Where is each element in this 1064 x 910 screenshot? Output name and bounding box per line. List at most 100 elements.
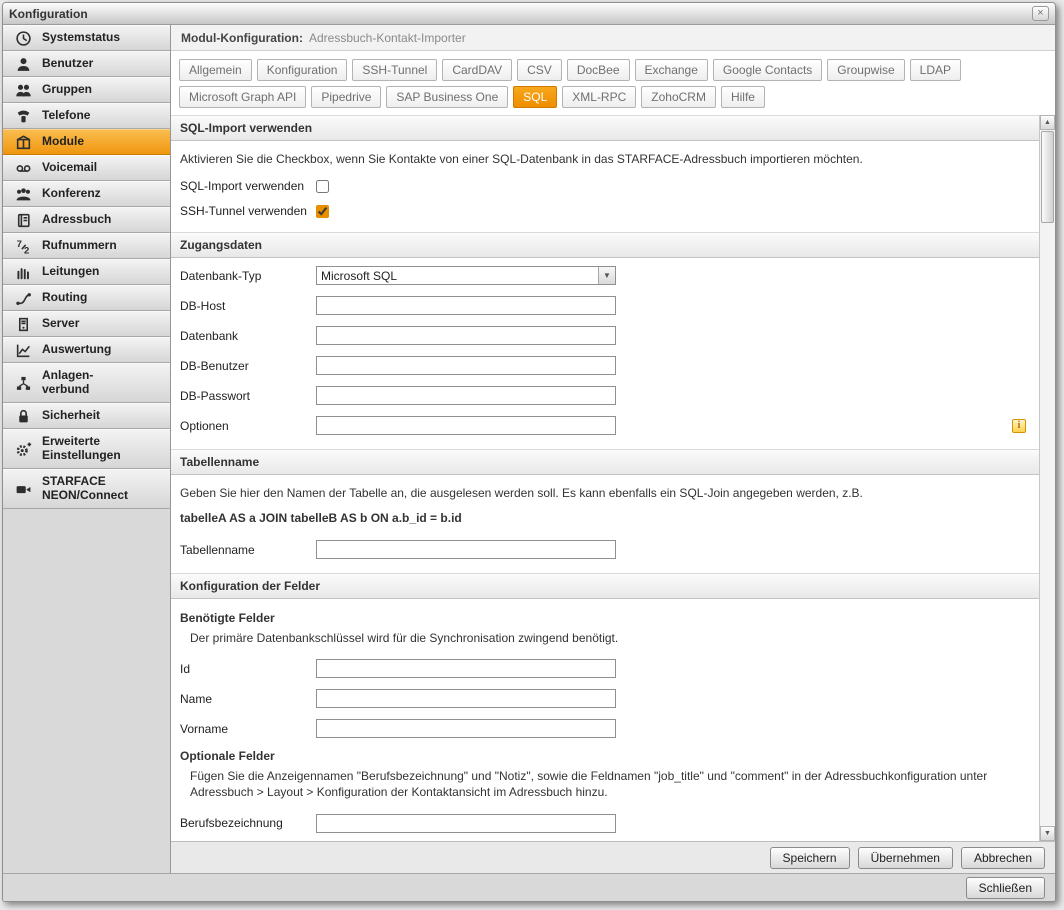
sql-import-description: Aktivieren Sie die Checkbox, wenn Sie Ko… [180,152,1030,166]
tab-google-contacts[interactable]: Google Contacts [713,59,822,81]
cancel-button[interactable]: Abbrechen [961,847,1045,869]
name-input[interactable] [316,689,616,708]
tab-exchange[interactable]: Exchange [635,59,708,81]
field-label-sql-import: SQL-Import verwenden [180,179,316,193]
lines-icon [11,264,35,281]
close-button[interactable]: Schließen [966,877,1045,899]
sidebar-item-auswertung[interactable]: Auswertung [3,337,170,363]
action-bar: Speichern Übernehmen Abbrechen [171,841,1055,873]
sidebar-item-sicherheit[interactable]: Sicherheit [3,403,170,429]
tab-pipedrive[interactable]: Pipedrive [311,86,381,108]
sidebar-item-systemstatus[interactable]: Systemstatus [3,25,170,51]
field-label-db-passwort: DB-Passwort [180,389,316,403]
tab-microsoft-graph-api[interactable]: Microsoft Graph API [179,86,306,108]
save-button[interactable]: Speichern [770,847,850,869]
sql-import-checkbox[interactable] [316,180,329,193]
sidebar-item-rufnummern[interactable]: 72 Rufnummern [3,233,170,259]
sidebar-item-anlagenverbund[interactable]: Anlagen- verbund [3,363,170,403]
user-icon [11,56,35,73]
database-type-select[interactable]: Microsoft SQL ▼ [316,266,616,285]
tabellenname-row: Tabellenname [180,540,1030,559]
field-label-berufsbezeichnung: Berufsbezeichnung [180,816,316,830]
tab-hilfe[interactable]: Hilfe [721,86,765,108]
berufsbezeichnung-input[interactable] [316,814,616,833]
section-zugangsdaten: Datenbank-Typ Microsoft SQL ▼ DB-Host Da… [171,258,1039,449]
scrollbar-track[interactable] [1040,130,1055,826]
sidebar-item-label: Adressbuch [42,213,111,227]
id-row: Id [180,659,1030,678]
tab-groupwise[interactable]: Groupwise [827,59,904,81]
sidebar-item-leitungen[interactable]: Leitungen [3,259,170,285]
apply-button[interactable]: Übernehmen [858,847,953,869]
section-header-sql-import: SQL-Import verwenden [171,115,1039,141]
info-icon[interactable]: i [1012,419,1026,433]
tab-xml-rpc[interactable]: XML-RPC [562,86,636,108]
datenbank-input[interactable] [316,326,616,345]
sidebar-item-module[interactable]: Module [3,129,170,155]
module-header-value: Adressbuch-Kontakt-Importer [309,31,466,45]
window-titlebar: Konfiguration × [3,3,1055,25]
scrollbar-thumb[interactable] [1041,131,1054,223]
sidebar-item-erweiterte-einstellungen[interactable]: Erweiterte Einstellungen [3,429,170,469]
ssh-tunnel-row: SSH-Tunnel verwenden [180,204,1030,218]
tab-sap-business-one[interactable]: SAP Business One [386,86,508,108]
id-input[interactable] [316,659,616,678]
database-type-value: Microsoft SQL [317,269,598,283]
sidebar-item-adressbuch[interactable]: Adressbuch [3,207,170,233]
field-label-id: Id [180,662,316,676]
sidebar-item-server[interactable]: Server [3,311,170,337]
name-row: Name [180,689,1030,708]
sidebar-item-label: Telefone [42,109,90,123]
sidebar-item-label: Erweiterte Einstellungen [42,435,121,463]
sidebar-item-konferenz[interactable]: Konferenz [3,181,170,207]
tab-allgemein[interactable]: Allgemein [179,59,252,81]
db-host-input[interactable] [316,296,616,315]
sidebar-item-label: Konferenz [42,187,101,201]
config-window: Konfiguration × Systemstatus Benutzer Gr… [2,2,1056,902]
vorname-input[interactable] [316,719,616,738]
tab-csv[interactable]: CSV [517,59,562,81]
db-benutzer-row: DB-Benutzer [180,356,1030,375]
scroll-down-icon[interactable]: ▼ [1040,826,1055,841]
server-icon [11,316,35,333]
field-label-tabellenname: Tabellenname [180,543,316,557]
sidebar-item-gruppen[interactable]: Gruppen [3,77,170,103]
sidebar-item-label: Auswertung [42,343,111,357]
lock-icon [11,408,35,425]
tab-konfiguration[interactable]: Konfiguration [257,59,348,81]
section-header-felder: Konfiguration der Felder [171,573,1039,599]
routing-icon [11,290,35,307]
window-close-icon[interactable]: × [1032,6,1049,21]
sidebar-item-starface-neon[interactable]: STARFACE NEON/Connect [3,469,170,509]
tab-ldap[interactable]: LDAP [910,59,961,81]
ssh-tunnel-checkbox[interactable] [316,205,329,218]
sidebar-filler [3,509,170,873]
sidebar-item-label: Anlagen- verbund [42,369,93,397]
field-label-datenbank: Datenbank [180,329,316,343]
numbers-icon: 72 [11,238,35,255]
tab-sql[interactable]: SQL [513,86,557,108]
db-passwort-input[interactable] [316,386,616,405]
sidebar-item-voicemail[interactable]: Voicemail [3,155,170,181]
optionen-input[interactable] [316,416,616,435]
db-host-row: DB-Host [180,296,1030,315]
sidebar-item-telefone[interactable]: Telefone [3,103,170,129]
sidebar-item-label: Module [42,135,84,149]
sidebar-item-routing[interactable]: Routing [3,285,170,311]
tab-bar: Allgemein Konfiguration SSH-Tunnel CardD… [171,51,1055,115]
tab-carddav[interactable]: CardDAV [442,59,512,81]
field-label-vorname: Vorname [180,722,316,736]
sidebar-item-label: Routing [42,291,87,305]
conference-icon [11,186,35,203]
vorname-row: Vorname [180,719,1030,738]
scroll-up-icon[interactable]: ▲ [1040,115,1055,130]
tabellenname-input[interactable] [316,540,616,559]
required-fields-description: Der primäre Datenbankschlüssel wird für … [180,630,1030,646]
sidebar-item-label: Leitungen [42,265,99,279]
tab-ssh-tunnel[interactable]: SSH-Tunnel [352,59,437,81]
db-benutzer-input[interactable] [316,356,616,375]
scrollbar[interactable]: ▲ ▼ [1039,115,1055,841]
tab-docbee[interactable]: DocBee [567,59,630,81]
sidebar-item-benutzer[interactable]: Benutzer [3,51,170,77]
tab-zohocrm[interactable]: ZohoCRM [641,86,716,108]
